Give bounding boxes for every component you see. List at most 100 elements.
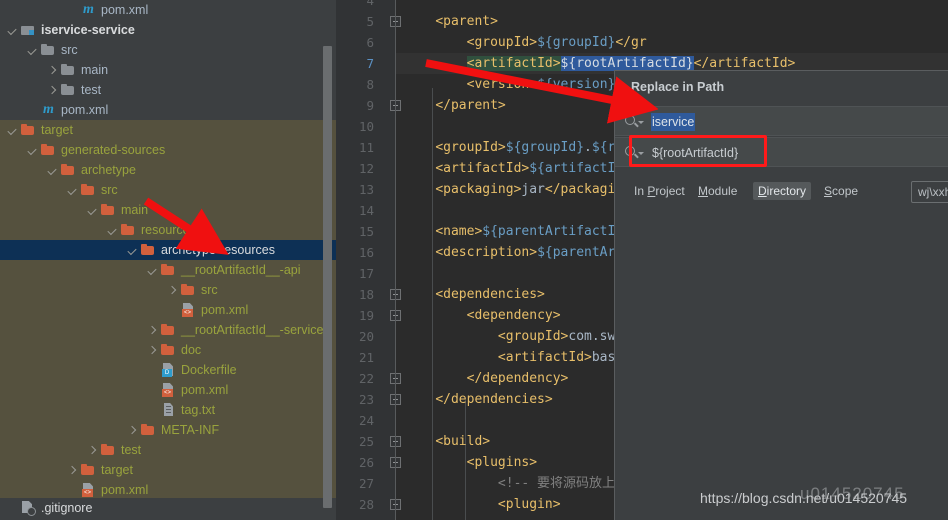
chevron-right-icon[interactable] [146,344,159,357]
code-line[interactable]: <description>${parentAr [404,242,615,263]
search-field-row[interactable]: iservice [615,106,948,136]
tree-node-main[interactable]: main [0,200,336,220]
code-line[interactable]: </dependency> [404,368,569,389]
tree-node-meta-inf[interactable]: META-INF [0,420,336,440]
chevron-down-icon[interactable] [26,44,39,57]
code-line[interactable]: <groupId>${groupId}.${r [404,137,615,158]
replace-in-path-dialog[interactable]: Replace in Path iservice ${rootArtifactI… [614,70,948,520]
folder-orange-icon [60,162,77,178]
tree-node-label: src [101,183,118,197]
scope-directory-path-field[interactable]: wj\xxh\iserv [911,181,948,203]
tree-node-pom-xml[interactable]: pom.xml [0,380,336,400]
chevron-down-icon[interactable] [106,224,119,237]
code-line[interactable]: <!-- 要将源码放上 [404,473,615,494]
chevron-down-icon[interactable] [86,204,99,217]
code-line[interactable]: <packaging>jar</packagi [404,179,615,200]
tree-node-archetype[interactable]: archetype [0,160,336,180]
chevron-down-icon[interactable] [46,164,59,177]
editor-gutter[interactable]: 4 5 6 7 8 9 10 11 12 13 14 15 16 17 18 19 20 21 22 23 24 25 26… [336,0,401,520]
chevron-down-icon[interactable] [6,124,19,137]
code-line[interactable]: <plugin> [404,494,561,515]
tree-twisty-placeholder [26,104,39,117]
chevron-right-icon[interactable] [66,464,79,477]
tree-node-label: src [61,43,78,57]
tree-node-rootartifactid-service[interactable]: __rootArtifactId__-service [0,320,336,340]
tree-node-archetype-resources[interactable]: archetype-resources [0,240,336,260]
chevron-down-icon[interactable] [6,24,19,37]
project-tree[interactable]: m pom.xml iservice-service src main test m pom.… [0,0,336,518]
tree-node-pom-xml[interactable]: pom.xml [0,300,336,320]
tree-node-pom-xml[interactable]: m pom.xml [0,0,336,20]
tree-node-test[interactable]: test [0,440,336,460]
code-line[interactable]: </parent> [404,95,505,116]
tree-node-src[interactable]: src [0,280,336,300]
tree-node-label: doc [181,343,202,357]
sidebar-scrollbar-track[interactable] [323,0,334,520]
code-line[interactable]: <artifactId>${artifactI [404,158,615,179]
gutter-line-number: 21 [358,350,374,365]
code-line[interactable]: </dependencies> [404,389,552,410]
code-line[interactable]: <dependencies> [404,284,545,305]
replace-field-row[interactable]: ${rootArtifactId} [615,137,948,167]
tree-node-pom-xml[interactable]: m pom.xml [0,100,336,120]
tree-node-test[interactable]: test [0,80,336,100]
tree-node-resources[interactable]: resources [0,220,336,240]
chevron-right-icon[interactable] [86,444,99,457]
code-line[interactable]: <groupId>${groupId}</gr [404,32,647,53]
chevron-down-icon[interactable] [146,264,159,277]
chevron-right-icon[interactable] [166,284,179,297]
chevron-right-icon[interactable] [46,84,59,97]
scope-option-in-project[interactable]: In Project [629,182,690,200]
code-token: <!-- 要将源码放上 [497,476,616,491]
chevron-right-icon[interactable] [146,324,159,337]
code-line[interactable]: <build> [404,431,490,452]
sidebar-scrollbar-thumb[interactable] [323,46,332,508]
tree-node-tag-txt[interactable]: tag.txt [0,400,336,420]
code-token: </artifactId> [693,56,796,71]
chevron-down-icon[interactable] [66,184,79,197]
code-line[interactable]: <artifactId>bas [404,347,615,368]
tree-node-pom-xml[interactable]: pom.xml [0,480,336,500]
gutter-line-number: 20 [358,329,374,344]
code-token: <artifactId> [435,161,530,176]
tree-node-iservice-service[interactable]: iservice-service [0,20,336,40]
search-input[interactable]: iservice [651,113,696,131]
scope-option-directory[interactable]: Directory [753,182,812,200]
tree-node-target[interactable]: target [0,120,336,140]
replace-search-icon[interactable] [625,146,645,160]
tree-node-src[interactable]: src [0,40,336,60]
tree-twisty-placeholder [146,364,159,377]
search-icon[interactable] [625,115,645,129]
tree-node-gitignore[interactable]: .gitignore [0,498,336,518]
code-line[interactable]: <name>${parentArtifactI [404,221,615,242]
tree-node-main[interactable]: main [0,60,336,80]
chevron-down-icon[interactable] [126,244,139,257]
code-token: </packagi [544,182,616,197]
replace-input[interactable]: ${rootArtifactId} [651,144,739,162]
tree-node-src[interactable]: src [0,180,336,200]
tree-node-target[interactable]: target [0,460,336,480]
scope-option-scope[interactable]: Scope [819,182,863,200]
code-line[interactable]: <version>${version} [404,74,616,95]
tree-node-doc[interactable]: doc [0,340,336,360]
tree-node-dockerfile[interactable]: Dockerfile [0,360,336,380]
scope-selector[interactable]: In Project Module Directory Scope [615,176,948,208]
tree-node-generated-sources[interactable]: generated-sources [0,140,336,160]
tree-node-rootartifactid-api[interactable]: __rootArtifactId__-api [0,260,336,280]
project-tree-panel[interactable]: m pom.xml iservice-service src main test m pom.… [0,0,336,520]
code-line[interactable]: <plugins> [404,452,537,473]
code-line[interactable]: <groupId>com.sw [404,326,615,347]
code-token: <build> [435,434,491,449]
gutter-line-number: 27 [358,476,374,491]
scope-option-module[interactable]: Module [693,182,742,200]
gutter-line-number: 6 [366,35,374,50]
code-line[interactable]: <dependency> [404,305,561,326]
chevron-right-icon[interactable] [46,64,59,77]
chevron-down-icon[interactable] [26,144,39,157]
chevron-right-icon[interactable] [126,424,139,437]
code-token: <description> [435,245,538,260]
code-line[interactable]: <parent> [404,11,498,32]
